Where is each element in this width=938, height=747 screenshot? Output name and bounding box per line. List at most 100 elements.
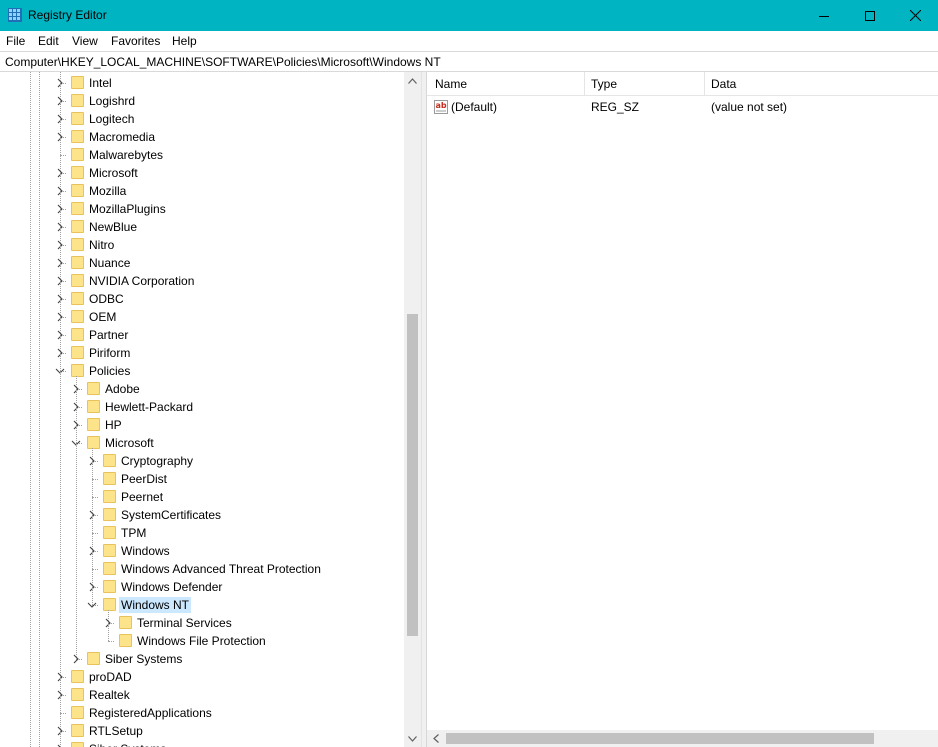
menu-view[interactable]: View — [72, 34, 98, 48]
folder-icon — [87, 382, 100, 395]
tree-node-label[interactable]: Microsoft — [103, 435, 156, 451]
tree-node-label[interactable]: Piriform — [87, 345, 132, 361]
tree-node-label[interactable]: Microsoft — [87, 165, 140, 181]
folder-icon — [103, 526, 116, 539]
tree-node-label[interactable]: Mozilla — [87, 183, 128, 199]
tree-node-label[interactable]: NewBlue — [87, 219, 139, 235]
tree-node-label[interactable]: HP — [103, 417, 124, 433]
chevron-up-icon — [408, 77, 417, 84]
menu-edit[interactable]: Edit — [38, 34, 59, 48]
address-path[interactable]: Computer\HKEY_LOCAL_MACHINE\SOFTWARE\Pol… — [5, 55, 441, 69]
tree-node-label[interactable]: Windows File Protection — [135, 633, 268, 649]
tree-node-label[interactable]: Hewlett-Packard — [103, 399, 195, 415]
tree-node-label[interactable]: NVIDIA Corporation — [87, 273, 196, 289]
folder-icon — [103, 544, 116, 557]
address-bar[interactable]: Computer\HKEY_LOCAL_MACHINE\SOFTWARE\Pol… — [0, 51, 938, 72]
tree-node-label[interactable]: Logitech — [87, 111, 136, 127]
tree-connector-line — [108, 641, 114, 642]
tree-node-label[interactable]: Siber Systems — [103, 651, 184, 667]
tree-node-label[interactable]: Policies — [87, 363, 132, 379]
folder-icon — [103, 562, 116, 575]
column-divider[interactable] — [704, 72, 705, 96]
maximize-button[interactable] — [847, 0, 893, 31]
folder-icon — [87, 652, 100, 665]
folder-icon — [87, 400, 100, 413]
scroll-left-button[interactable] — [427, 730, 444, 747]
folder-icon — [71, 256, 84, 269]
minimize-button[interactable] — [801, 0, 847, 31]
folder-icon — [87, 418, 100, 431]
tree-node-label[interactable]: Realtek — [87, 687, 132, 703]
scroll-thumb[interactable] — [407, 314, 418, 636]
tree-node-label[interactable]: OEM — [87, 309, 118, 325]
tree-node-label[interactable]: Intel — [87, 75, 114, 91]
folder-icon — [71, 670, 84, 683]
folder-icon — [71, 202, 84, 215]
column-divider[interactable] — [584, 72, 585, 96]
value-row[interactable]: ab (Default) REG_SZ (value not set) — [427, 98, 938, 116]
tree-node-label[interactable]: Terminal Services — [135, 615, 234, 631]
folder-icon — [119, 634, 132, 647]
tree-node-label[interactable]: RTLSetup — [87, 723, 145, 739]
folder-icon — [71, 166, 84, 179]
folder-icon — [119, 616, 132, 629]
list-horizontal-scrollbar[interactable] — [427, 730, 938, 747]
tree-node-label[interactable]: MozillaPlugins — [87, 201, 168, 217]
tree-vertical-scrollbar[interactable] — [404, 72, 421, 747]
folder-icon — [71, 112, 84, 125]
tree-node-label[interactable]: Windows — [119, 543, 172, 559]
folder-icon — [103, 580, 116, 593]
title-bar[interactable]: Registry Editor — [0, 0, 938, 31]
tree-node-label[interactable]: Windows Advanced Threat Protection — [119, 561, 323, 577]
chevron-left-icon — [432, 734, 439, 743]
tree-node-label[interactable]: Peernet — [119, 489, 165, 505]
folder-icon — [103, 508, 116, 521]
menu-file[interactable]: File — [6, 34, 25, 48]
maximize-icon — [865, 10, 875, 21]
scroll-down-button[interactable] — [404, 730, 421, 747]
tree-node-label[interactable]: RegisteredApplications — [87, 705, 214, 721]
tree-node-label[interactable]: Adobe — [103, 381, 142, 397]
key-tree[interactable]: Intel Logishrd Logitech Macromedia Malwareby… — [0, 72, 421, 747]
tree-node-label[interactable]: SystemCertificates — [119, 507, 223, 523]
tree-node-label[interactable]: Windows NT — [119, 597, 192, 613]
tree-node-label[interactable]: Windows Defender — [119, 579, 224, 595]
folder-icon — [71, 130, 84, 143]
tree-node-label[interactable]: Macromedia — [87, 129, 157, 145]
column-header-type[interactable]: Type — [591, 72, 617, 96]
tree-node-label[interactable]: Nuance — [87, 255, 132, 271]
menu-favorites[interactable]: Favorites — [111, 34, 160, 48]
tree-node-label[interactable]: PeerDist — [119, 471, 169, 487]
tree-node-label[interactable]: TPM — [119, 525, 148, 541]
tree-node-label[interactable]: Cryptography — [119, 453, 195, 469]
values-list[interactable]: Name Type Data ab (Default) REG_SZ (valu… — [427, 72, 938, 747]
tree-node-label[interactable]: Siber Systems — [87, 741, 168, 747]
tree-node-label[interactable]: Nitro — [87, 237, 116, 253]
value-data: (value not set) — [711, 100, 788, 114]
close-icon — [909, 10, 921, 21]
tree-connector-line — [92, 448, 93, 605]
string-value-icon: ab — [434, 100, 448, 114]
tree-connector-line — [108, 610, 109, 641]
folder-icon — [71, 364, 84, 377]
scroll-thumb[interactable] — [446, 733, 874, 744]
tree-node-label[interactable]: Malwarebytes — [87, 147, 165, 163]
folder-icon — [71, 706, 84, 719]
close-button[interactable] — [892, 0, 938, 31]
scroll-up-button[interactable] — [404, 72, 421, 89]
menu-help[interactable]: Help — [172, 34, 197, 48]
tree-node-label[interactable]: ODBC — [87, 291, 126, 307]
column-header-data[interactable]: Data — [711, 72, 736, 96]
svg-text:ab: ab — [436, 101, 447, 110]
folder-icon — [71, 94, 84, 107]
tree-node-label[interactable]: proDAD — [87, 669, 134, 685]
tree-node-label[interactable]: Partner — [87, 327, 130, 343]
tree-node-label[interactable]: Logishrd — [87, 93, 137, 109]
column-header-name[interactable]: Name — [435, 72, 467, 96]
tree-connector-line — [60, 72, 61, 747]
folder-icon — [71, 310, 84, 323]
minimize-icon — [819, 15, 829, 17]
folder-icon — [103, 472, 116, 485]
folder-icon — [103, 598, 116, 611]
folder-icon — [71, 346, 84, 359]
